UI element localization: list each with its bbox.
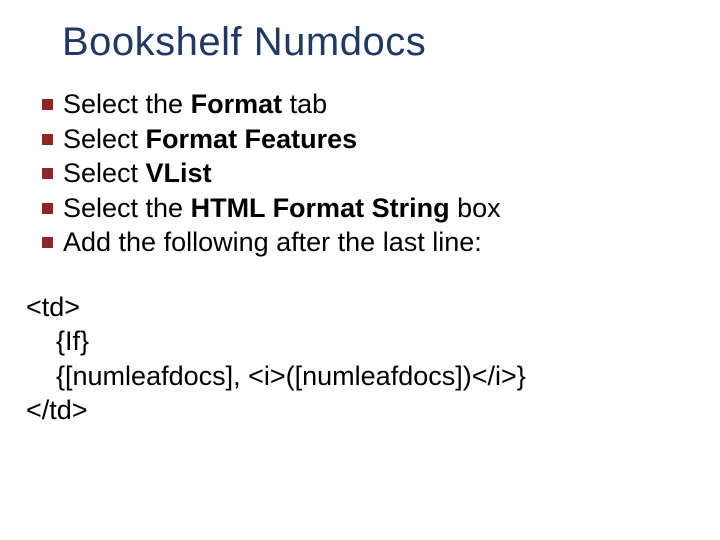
code-line: {[numleafdocs], <i>([numleafdocs])</i>} — [26, 361, 526, 391]
bullet-text: Select the — [63, 89, 191, 119]
bullet-text: Add the following after the last line: — [63, 227, 482, 257]
bullet-icon — [42, 168, 53, 179]
list-item: Select the Format tab — [42, 87, 696, 122]
slide: Bookshelf Numdocs Select the Format tab … — [0, 0, 720, 540]
bullet-text: Select — [63, 124, 146, 154]
code-line: </td> — [26, 395, 88, 425]
bullet-bold: Format — [191, 89, 283, 119]
list-item: Select the HTML Format String box — [42, 191, 696, 226]
bullet-icon — [42, 99, 53, 110]
code-line: <td> — [26, 292, 80, 322]
bullet-text: Select the — [63, 193, 191, 223]
bullet-icon — [42, 203, 53, 214]
bullet-bold: Format Features — [146, 124, 358, 154]
bullet-text: Select — [63, 158, 146, 188]
list-item: Select VList — [42, 156, 696, 191]
bullet-icon — [42, 134, 53, 145]
bullet-icon — [42, 237, 53, 248]
code-block: <td> {If} {[numleafdocs], <i>([numleafdo… — [26, 290, 696, 428]
list-item: Add the following after the last line: — [42, 225, 696, 260]
page-title: Bookshelf Numdocs — [62, 20, 696, 65]
code-line: {If} — [26, 326, 89, 356]
bullet-list: Select the Format tab Select Format Feat… — [42, 87, 696, 260]
bullet-bold: VList — [146, 158, 212, 188]
bullet-bold: HTML Format String — [191, 193, 450, 223]
bullet-text: box — [450, 193, 501, 223]
list-item: Select Format Features — [42, 122, 696, 157]
bullet-text: tab — [282, 89, 327, 119]
